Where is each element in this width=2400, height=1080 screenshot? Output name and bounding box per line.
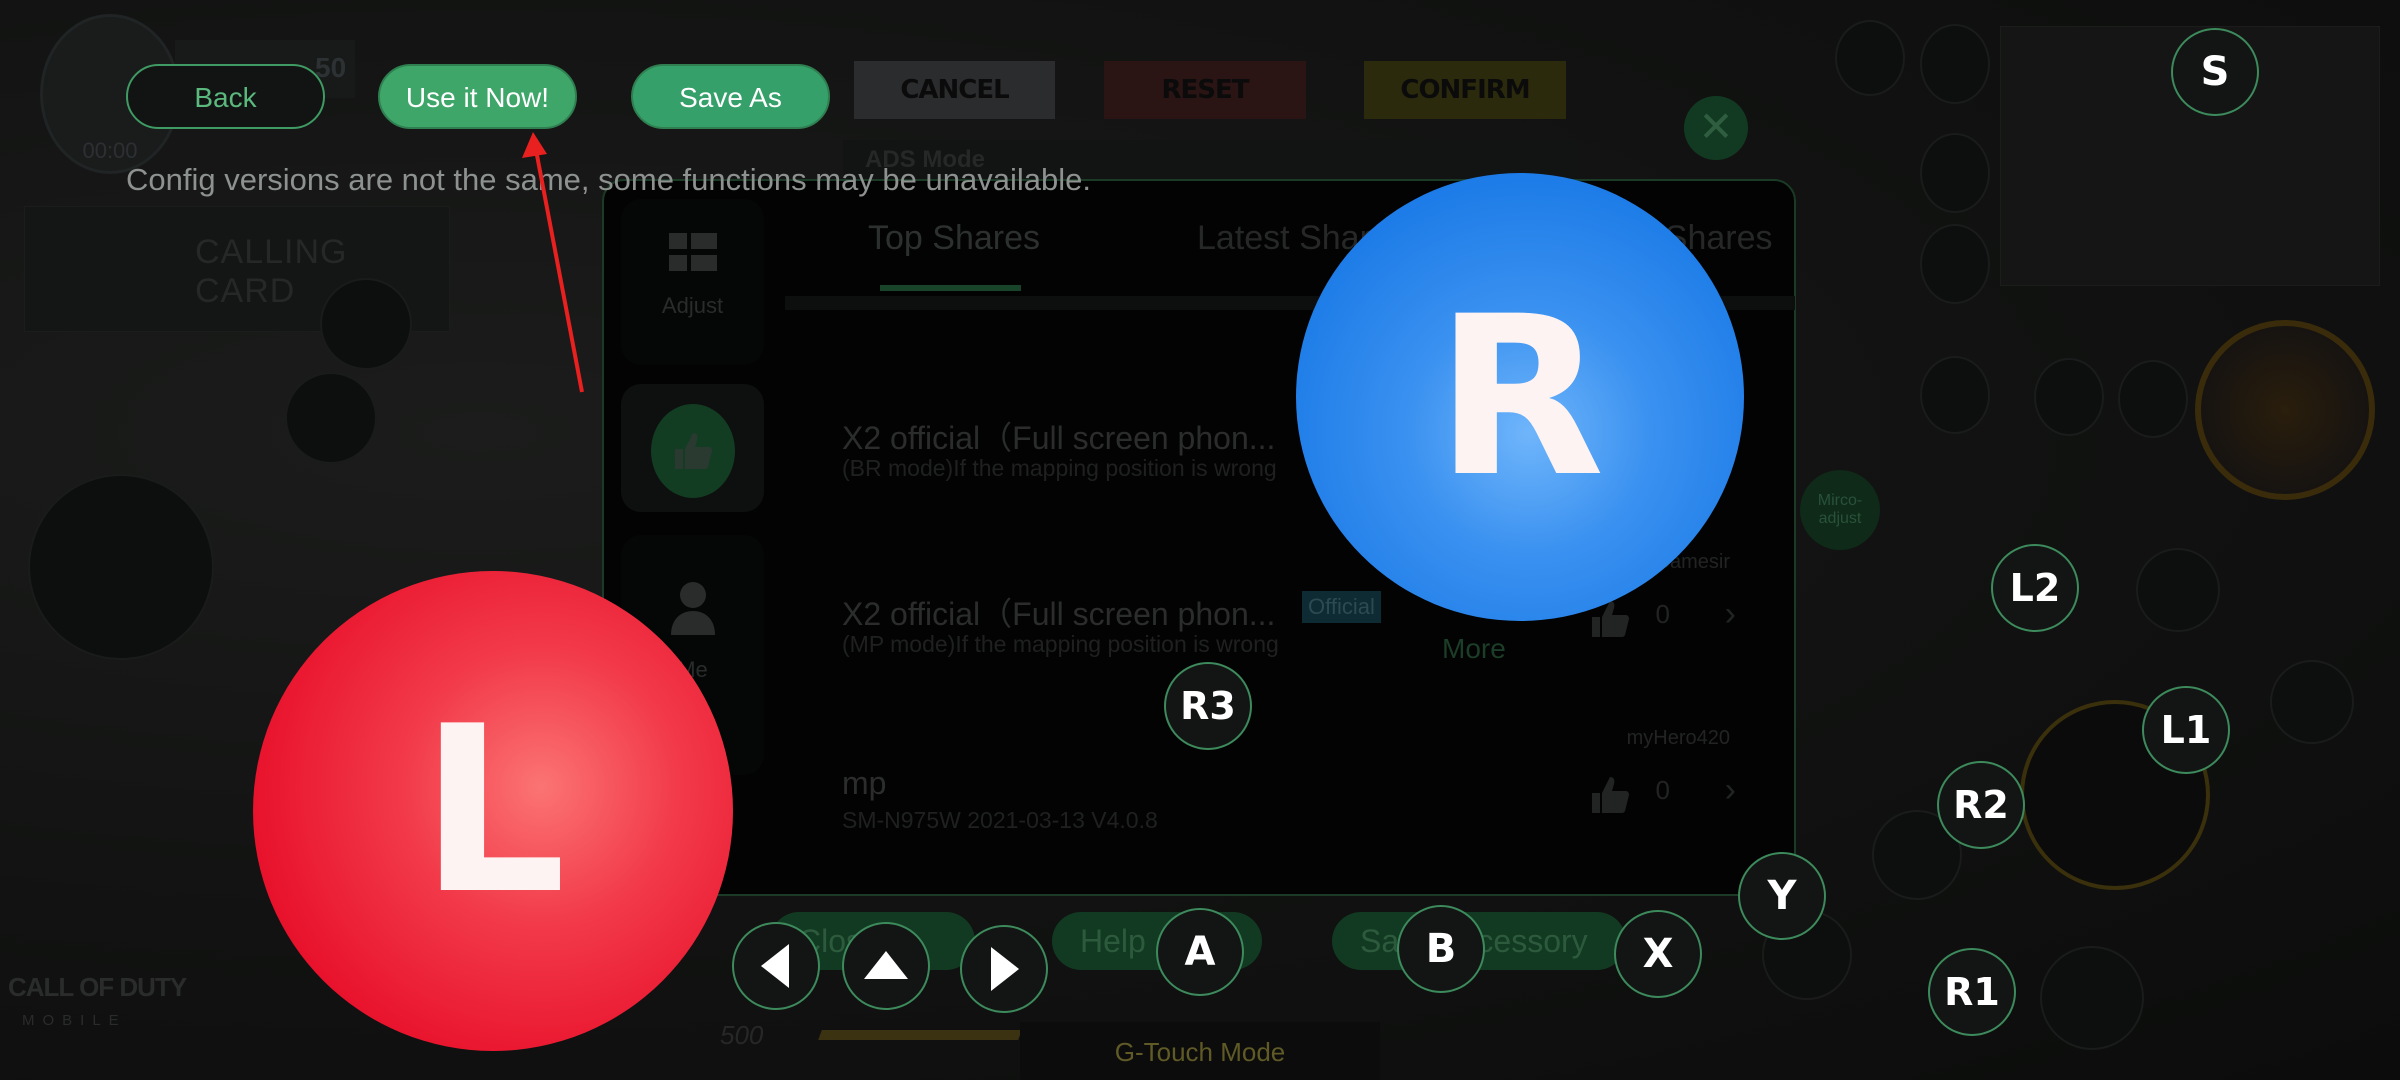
sidebar-item-adjust[interactable]: Adjust [621,199,764,365]
chat-icon [2034,358,2104,436]
like-icon [1835,20,1905,96]
marker-icon [2118,360,2188,438]
key-l2[interactable]: L2 [1991,544,2079,632]
more-link[interactable]: More [1442,633,1506,665]
row-subtitle: SM-N975W 2021-03-13 V4.0.8 [842,807,1158,833]
up-arrow-icon [864,951,908,979]
hp-bar [818,1030,1022,1040]
list-item[interactable]: mp SM-N975W 2021-03-13 V4.0.8 myHero420 … [790,727,1780,925]
row-subtitle: (MP mode)If the mapping position is wron… [842,631,1279,657]
like-count: 0 [1655,599,1670,629]
like-count: 0 [1655,775,1670,805]
row-owner: myHero420 [1626,727,1730,749]
prone-icon [2040,946,2144,1050]
sprint-icon [320,278,412,370]
game-logo: CALL OF DUTY MOBILE [8,972,187,1029]
close-icon[interactable]: ✕ [1684,96,1748,160]
dpad-right-button[interactable] [960,925,1048,1013]
bg-reset-button: RESET [1104,61,1306,119]
row-title: mp [842,765,887,801]
row-subtitle: (BR mode)If the mapping position is wron… [842,455,1277,481]
key-r2[interactable]: R2 [1937,761,2025,849]
tab-top-shares[interactable]: Top Shares [868,219,1040,258]
left-joystick[interactable]: L [253,571,733,1051]
grid-icon [668,233,717,271]
gear-icon [1920,24,1990,104]
key-y[interactable]: Y [1738,852,1826,940]
use-it-now-button[interactable]: Use it Now! [378,64,577,129]
thumbs-up-icon [650,404,735,498]
key-s[interactable]: S [2171,28,2259,116]
key-r3[interactable]: R3 [1164,662,1252,750]
official-badge: Official [1302,591,1381,623]
key-a[interactable]: A [1156,908,1244,996]
crosshair-icon [2136,548,2220,632]
hp-value: 500 [720,1020,764,1050]
dpad-left-button[interactable] [732,922,820,1010]
person-icon [670,582,715,635]
row-title: X2 official（Full screen phon... [842,420,1276,456]
active-tab-indicator [880,285,1021,291]
grenade-disabled-icon [285,372,377,464]
match-timer: 00:00 [82,138,138,163]
bg-confirm-button: CONFIRM [1364,61,1566,119]
microphone-icon [1920,224,1990,304]
running-icon [1920,356,1990,434]
dpad-up-button[interactable] [842,922,930,1010]
left-arrow-icon [761,944,789,988]
speaker-icon [1920,133,1990,213]
back-button[interactable]: Back [126,64,325,129]
weapon-slot-icon [2195,320,2375,500]
key-l1[interactable]: L1 [2142,686,2230,774]
bg-cancel-button: CANCEL [854,61,1055,119]
list-item[interactable]: X2 official（Full screen phon... Official… [790,551,1780,749]
right-arrow-icon [991,947,1019,991]
key-x[interactable]: X [1614,910,1702,998]
calling-card-label: CALLING CARD [195,233,348,310]
row-title: X2 official（Full screen phon... [842,596,1276,632]
mode-label: G-Touch Mode [1020,1022,1380,1080]
sidebar-item-shares[interactable] [621,384,764,512]
micro-adjust-button: Mirco-adjust [1800,470,1880,550]
thumbs-up-icon[interactable] [1590,775,1630,815]
crouch-icon [2270,660,2354,744]
chevron-right-icon: › [1724,595,1736,633]
chevron-right-icon: › [1724,771,1736,809]
config-version-warning: Config versions are not the same, some f… [126,162,1091,197]
bullet-fire-icon [28,474,214,660]
right-joystick[interactable]: R [1296,173,1744,621]
key-b[interactable]: B [1397,905,1485,993]
save-as-button[interactable]: Save As [631,64,830,129]
key-r1[interactable]: R1 [1928,948,2016,1036]
